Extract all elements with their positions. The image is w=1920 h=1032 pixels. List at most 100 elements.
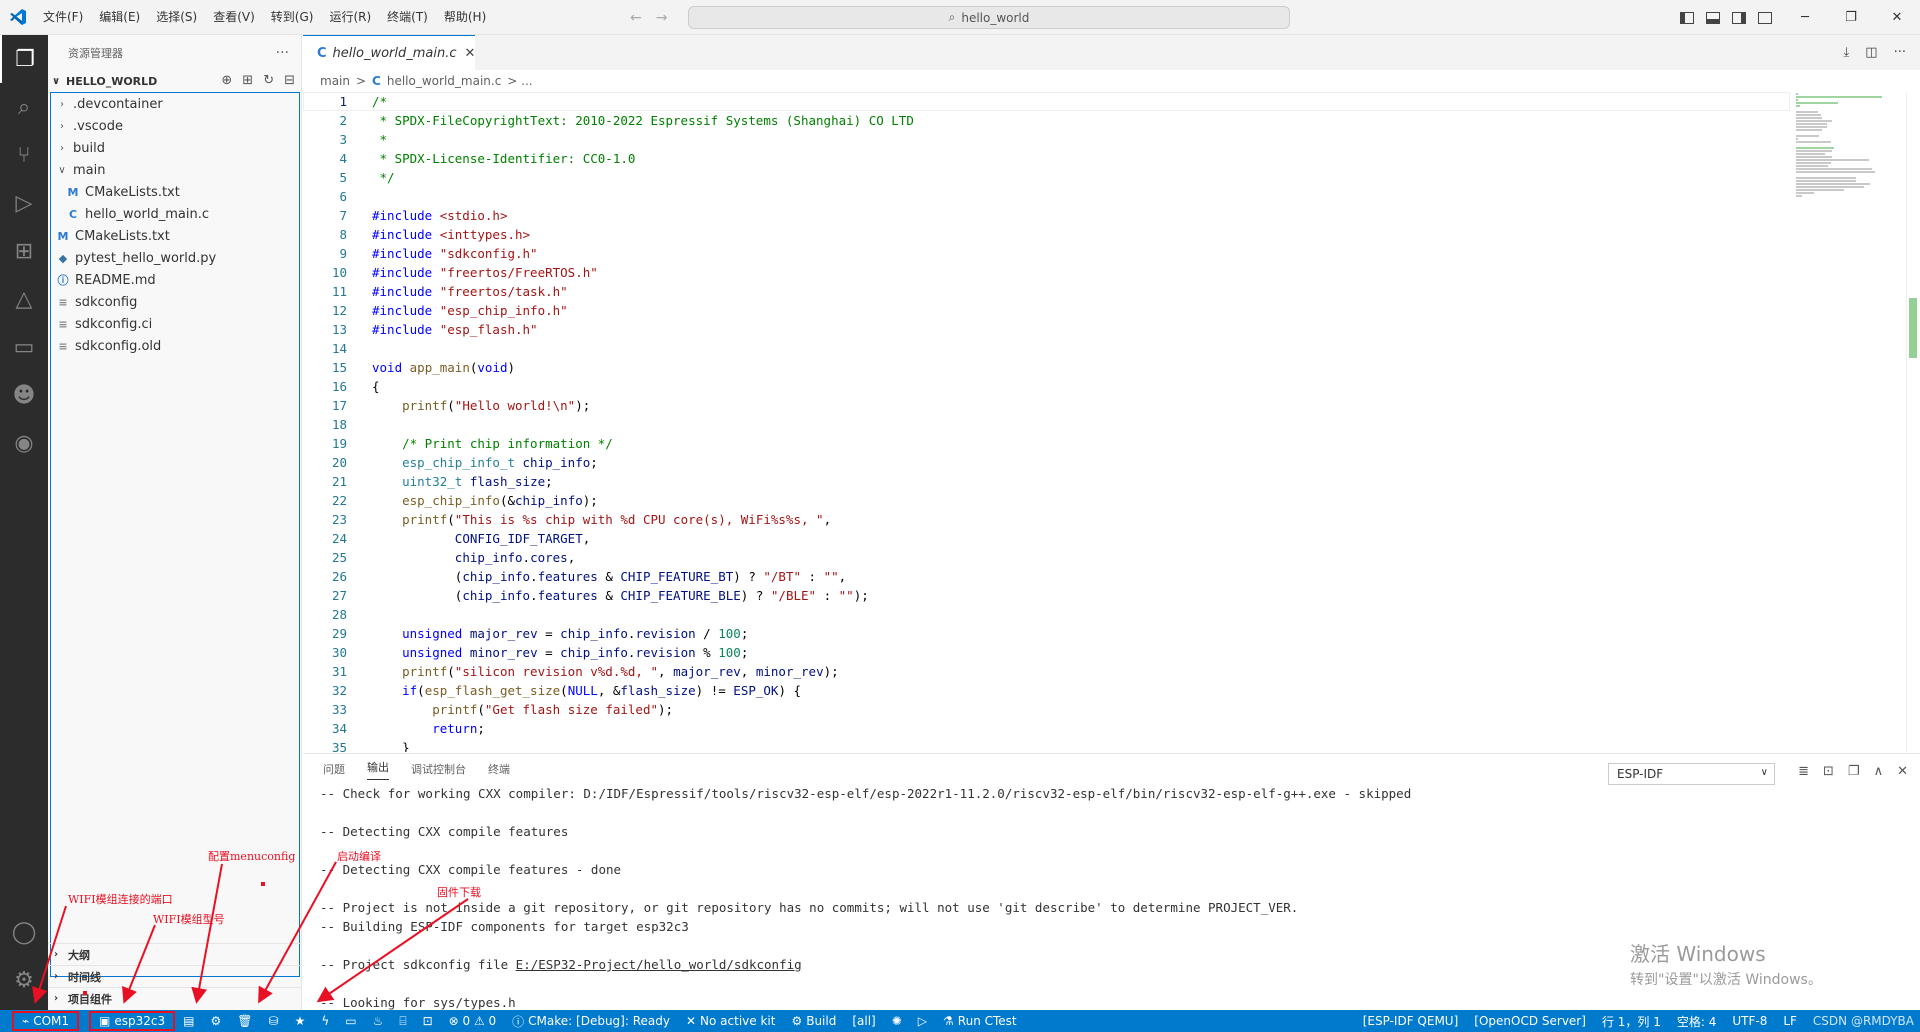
remote-explorer-icon[interactable]: ☻ — [0, 371, 48, 419]
extensions-icon[interactable]: ⊞ — [0, 227, 48, 275]
port-status[interactable]: ⌁ COM1 — [12, 1011, 80, 1031]
toggle-sidebar-icon[interactable] — [1680, 11, 1694, 24]
encoding[interactable]: UTF-8 — [1724, 1010, 1775, 1032]
more-actions-icon[interactable]: ··· — [1894, 45, 1906, 60]
command-center-search[interactable]: ⌕ hello_world — [688, 6, 1290, 29]
lock-icon[interactable]: ⊡ — [1823, 764, 1834, 779]
gear-icon[interactable]: ⚙ — [0, 956, 48, 1004]
ctest-button[interactable]: ⚗ Run CTest — [935, 1010, 1025, 1032]
cmake-icon[interactable]: △ — [0, 275, 48, 323]
tree-item[interactable]: M CMakeLists.txt — [51, 225, 299, 247]
split-editor-icon[interactable]: ◫ — [1865, 45, 1877, 60]
tree-item[interactable]: ⓘ README.md — [51, 269, 299, 291]
tree-item[interactable]: ≡ sdkconfig.ci — [51, 313, 299, 335]
code-line[interactable]: 19 /* Print chip information */ — [303, 434, 1790, 453]
code-line[interactable]: 12 #include "esp_chip_info.h" — [303, 301, 1790, 320]
scroll-thumb[interactable] — [1909, 298, 1917, 358]
code-line[interactable]: 10 #include "freertos/FreeRTOS.h" — [303, 263, 1790, 282]
code-line[interactable]: 24 CONFIG_IDF_TARGET, — [303, 529, 1790, 548]
arrow-right-icon[interactable]: → — [656, 10, 668, 26]
menu-item[interactable]: 终端(T) — [379, 0, 436, 35]
menuconfig-button[interactable]: ⚙ — [203, 1010, 230, 1032]
source-control-icon[interactable]: ⑂ — [0, 131, 48, 179]
sidebar-section[interactable]: › 项目组件 — [48, 987, 302, 1009]
build-target-button[interactable]: [all] — [844, 1010, 883, 1032]
minimize-icon[interactable]: ─ — [1782, 0, 1828, 35]
kit-status[interactable]: ✕ No active kit — [678, 1010, 783, 1032]
esp-terminal-button[interactable]: ⌸ — [391, 1010, 414, 1032]
copy-icon[interactable]: ❐ — [1848, 764, 1860, 779]
tree-item[interactable]: ≡ sdkconfig — [51, 291, 299, 313]
code-line[interactable]: 18 — [303, 415, 1790, 434]
code-line[interactable]: 15 void app_main(void) — [303, 358, 1790, 377]
debug-button[interactable]: ✺ — [884, 1010, 910, 1032]
code-line[interactable]: 28 — [303, 605, 1790, 624]
code-line[interactable]: 14 — [303, 339, 1790, 358]
breadcrumb-file[interactable]: hello_world_main.c — [387, 74, 501, 88]
menu-item[interactable]: 运行(R) — [321, 0, 379, 35]
full-clean-button[interactable]: 🗑 — [229, 1010, 260, 1032]
code-line[interactable]: 20 esp_chip_info_t chip_info; — [303, 453, 1790, 472]
code-line[interactable]: 26 (chip_info.features & CHIP_FEATURE_BT… — [303, 567, 1790, 586]
menu-item[interactable]: 文件(F) — [35, 0, 91, 35]
espressif-icon[interactable]: ◉ — [0, 419, 48, 467]
explorer-icon[interactable]: ❐ — [0, 35, 48, 83]
tree-item[interactable]: ◆ pytest_hello_world.py — [51, 247, 299, 269]
output-channel-select[interactable]: ESP-IDF ∨ — [1608, 763, 1775, 785]
code-line[interactable]: 8 #include <inttypes.h> — [303, 225, 1790, 244]
refresh-icon[interactable]: ↻ — [263, 73, 274, 88]
code-line[interactable]: 34 return; — [303, 719, 1790, 738]
run-debug-icon[interactable]: ▷ — [0, 179, 48, 227]
code-line[interactable]: 6 — [303, 187, 1790, 206]
build-flash-monitor-button[interactable]: ♨ — [365, 1010, 392, 1032]
tab-hello-world-main[interactable]: C hello_world_main.c ✕ — [303, 35, 475, 70]
close-icon[interactable]: ✕ — [465, 46, 476, 61]
code-line[interactable]: 13 #include "esp_flash.h" — [303, 320, 1790, 339]
tree-item[interactable]: › .vscode — [51, 115, 299, 137]
code-line[interactable]: 32 if(esp_flash_get_size(NULL, &flash_si… — [303, 681, 1790, 700]
customize-layout-icon[interactable] — [1758, 11, 1772, 24]
menu-item[interactable]: 编辑(E) — [91, 0, 148, 35]
problems-status[interactable]: ⊗ 0 ⚠ 0 — [441, 1010, 505, 1032]
code-line[interactable]: 3 * — [303, 130, 1790, 149]
tree-item[interactable]: ≡ sdkconfig.old — [51, 335, 299, 357]
panel-tab[interactable]: 调试控制台 — [411, 761, 466, 777]
maximize-panel-icon[interactable]: ∧ — [1874, 764, 1884, 779]
close-panel-icon[interactable]: ✕ — [1897, 764, 1908, 779]
code-line[interactable]: 1 /* — [303, 92, 1790, 111]
tree-item[interactable]: Chello_world_main.c — [51, 203, 299, 225]
monitor-device-button[interactable]: ▭ — [337, 1010, 364, 1032]
code-line[interactable]: 23 printf("This is %s chip with %d CPU c… — [303, 510, 1790, 529]
flash-device-button[interactable]: ϟ — [313, 1010, 337, 1032]
code-line[interactable]: 25 chip_info.cores, — [303, 548, 1790, 567]
close-window-icon[interactable]: ✕ — [1874, 0, 1920, 35]
more-actions-icon[interactable]: ··· — [276, 45, 289, 61]
code-line[interactable]: 29 unsigned major_rev = chip_info.revisi… — [303, 624, 1790, 643]
cursor-position[interactable]: 行 1，列 1 — [1594, 1010, 1669, 1032]
tree-item[interactable]: › .devcontainer — [51, 93, 299, 115]
minimap[interactable] — [1790, 92, 1910, 752]
panel-tab[interactable]: 问题 — [323, 761, 345, 777]
openocd-status[interactable]: [OpenOCD Server] — [1466, 1010, 1594, 1032]
code-line[interactable]: 5 */ — [303, 168, 1790, 187]
breadcrumb-folder[interactable]: main — [320, 74, 350, 88]
panel-tab[interactable]: 终端 — [488, 761, 510, 777]
restore-icon[interactable]: ❐ — [1828, 0, 1874, 35]
code-line[interactable]: 11 #include "freertos/task.h" — [303, 282, 1790, 301]
flash-method-button[interactable]: ★ — [287, 1010, 314, 1032]
code-line[interactable]: 30 unsigned minor_rev = chip_info.revisi… — [303, 643, 1790, 662]
code-line[interactable]: 31 printf("silicon revision v%d.%d, ", m… — [303, 662, 1790, 681]
toggle-secondary-sidebar-icon[interactable] — [1732, 11, 1746, 24]
code-line[interactable]: 22 esp_chip_info(&chip_info); — [303, 491, 1790, 510]
download-icon[interactable]: ⤓ — [1844, 45, 1850, 60]
tree-item[interactable]: M CMakeLists.txt — [51, 181, 299, 203]
new-folder-icon[interactable]: ⊞ — [242, 73, 253, 88]
code-line[interactable]: 21 uint32_t flash_size; — [303, 472, 1790, 491]
cmake-status[interactable]: ⓘ CMake: [Debug]: Ready — [504, 1010, 678, 1032]
tree-item[interactable]: ∨ main — [51, 159, 299, 181]
indentation[interactable]: 空格: 4 — [1669, 1010, 1725, 1032]
menu-item[interactable]: 查看(V) — [205, 0, 263, 35]
sidebar-section[interactable]: › 大纲 — [48, 943, 302, 965]
code-editor[interactable]: 1 /* 2 * SPDX-FileCopyrightText: 2010-2022… — [303, 92, 1790, 752]
qemu-status[interactable]: [ESP-IDF QEMU] — [1355, 1010, 1467, 1032]
